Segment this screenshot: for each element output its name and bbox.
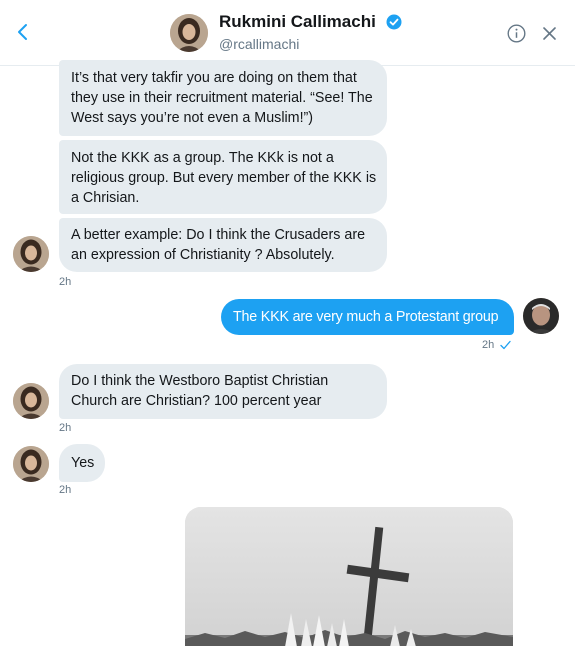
message-bubble[interactable]: It’s that very takfir you are doing on t… (59, 60, 387, 136)
read-check-icon (500, 340, 511, 350)
contact-name[interactable]: Rukmini Callimachi (219, 12, 376, 32)
contact-handle: @rcallimachi (219, 36, 300, 52)
photo-attachment[interactable] (185, 507, 513, 646)
message-text-line: West says you’re not even a Muslim!”) (71, 110, 314, 126)
avatar[interactable] (13, 446, 49, 482)
message-timestamp: 2h (482, 339, 495, 351)
message-text-line: Yes (71, 455, 95, 471)
message-timestamp: 2h (59, 484, 72, 496)
conversation-header: Rukmini Callimachi @rcallimachi (0, 0, 575, 66)
message-text-line: It’s that very takfir you are doing on t… (71, 70, 357, 86)
avatar[interactable] (13, 383, 49, 419)
message-text-line: religious group. But every member of the… (71, 170, 377, 186)
close-icon[interactable] (541, 25, 558, 42)
verified-badge-icon (386, 14, 402, 30)
message-text-line: A better example: Do I think the Crusade… (71, 227, 366, 243)
avatar[interactable] (170, 14, 208, 52)
message-text-line: The KKK are very much a Protestant group (233, 309, 499, 325)
message-bubble[interactable]: Not the KKK as a group. The KKk is not a… (59, 140, 387, 214)
avatar[interactable] (13, 236, 49, 272)
back-arrow-icon[interactable] (14, 20, 32, 44)
message-text-line: a Chrisian. (71, 190, 140, 206)
message-text-line: an expression of Christianity ? Absolute… (71, 247, 335, 263)
message-text-line: Church are Christian? 100 percent year (71, 393, 322, 409)
message-text-line: Do I think the Westboro Baptist Christia… (71, 373, 329, 389)
message-bubble[interactable]: Yes (59, 444, 105, 482)
message-text-line: Not the KKK as a group. The KKk is not a (71, 150, 334, 166)
message-text-line: they use in their recruitment material. … (71, 90, 373, 106)
message-timestamp: 2h (59, 422, 72, 434)
avatar[interactable] (523, 298, 559, 334)
message-timestamp: 2h (59, 276, 72, 288)
message-bubble[interactable]: A better example: Do I think the Crusade… (59, 218, 387, 272)
message-bubble[interactable]: Do I think the Westboro Baptist Christia… (59, 364, 387, 419)
info-icon[interactable] (507, 24, 526, 43)
message-bubble-outgoing[interactable]: The KKK are very much a Protestant group (221, 299, 514, 335)
